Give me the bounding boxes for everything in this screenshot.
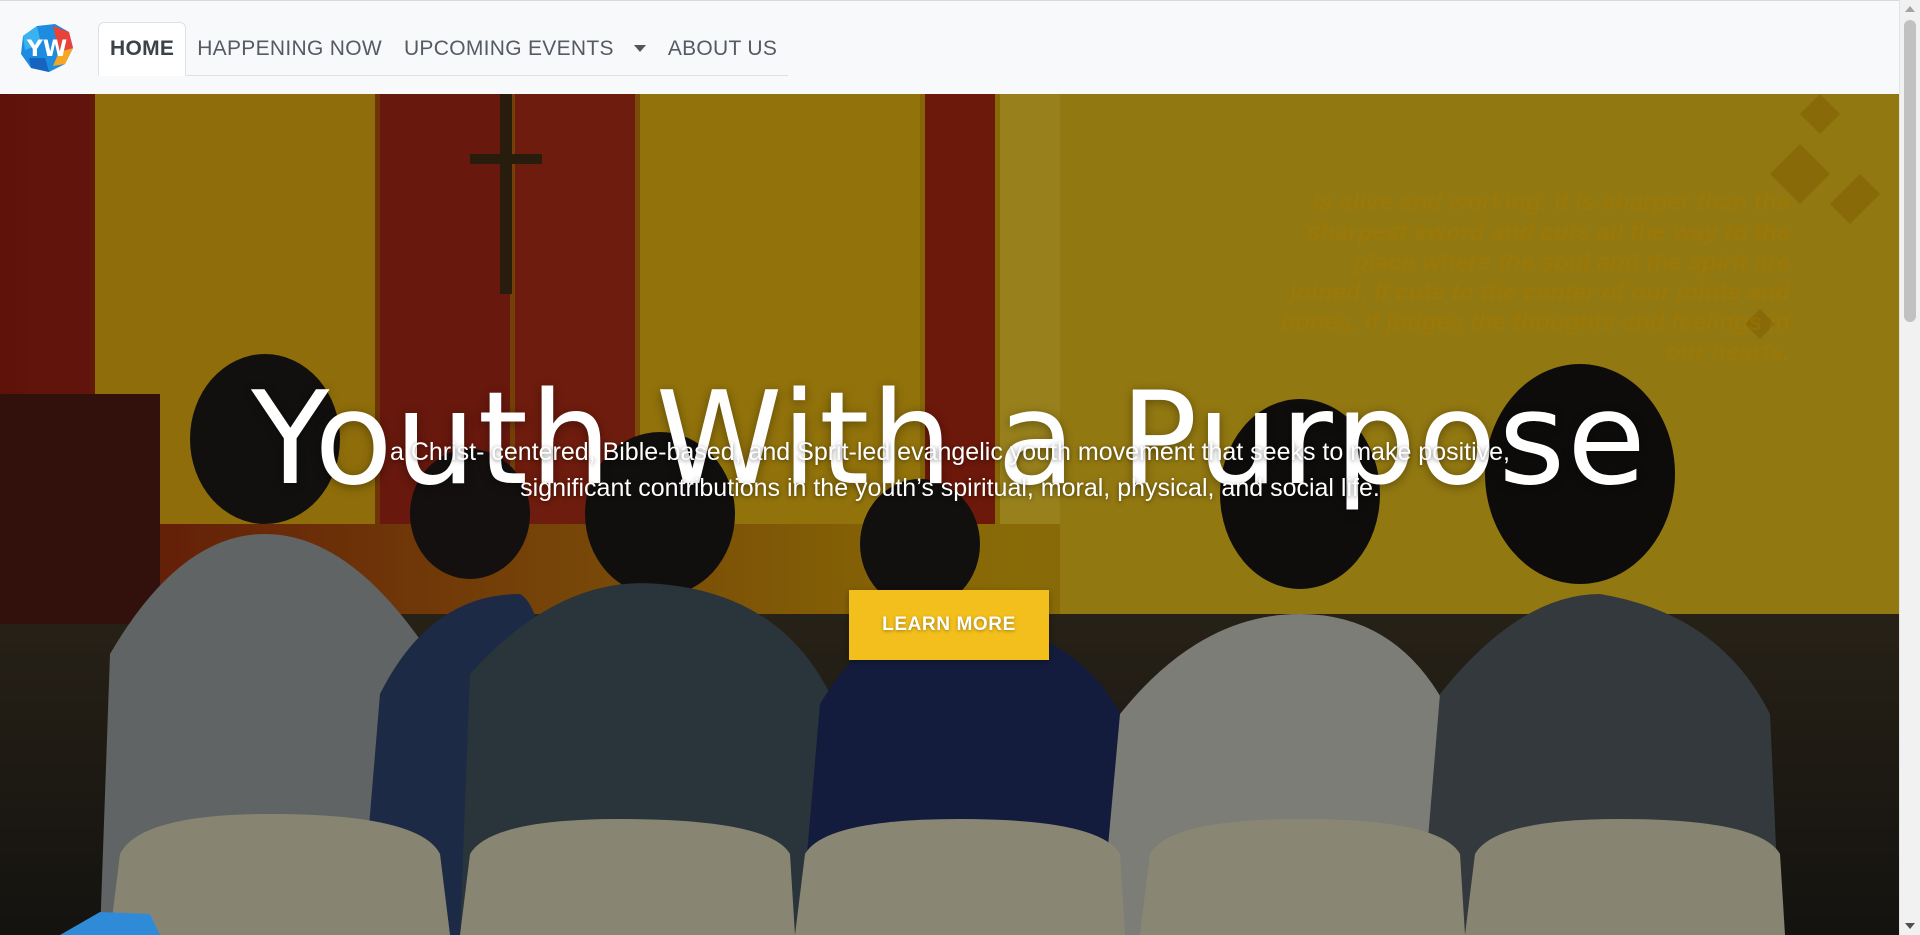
scroll-up-arrow-icon[interactable] — [1905, 6, 1915, 12]
page: YW HOME HAPPENING NOW UPCOMING EVENTS AB… — [0, 0, 1920, 935]
nav-happening-now[interactable]: HAPPENING NOW — [186, 22, 393, 75]
caret-down-icon[interactable] — [633, 45, 646, 52]
main-nav: HOME HAPPENING NOW UPCOMING EVENTS ABOUT… — [98, 22, 789, 76]
scroll-down-arrow-icon[interactable] — [1905, 923, 1915, 929]
page-scrollbar[interactable] — [1899, 0, 1920, 935]
hero-banner: is alive and working. It is sharper than… — [0, 94, 1899, 935]
nav-happening-now-label: HAPPENING NOW — [197, 36, 382, 60]
nav-about-us[interactable]: ABOUT US — [657, 22, 788, 75]
ywap-logo-icon[interactable]: YW — [19, 22, 75, 74]
hero-subtitle-line-1: a Christ- centered, Bible-based, and Spr… — [389, 438, 1511, 466]
background-verse-text: is alive and working. It is sharper than… — [1280, 189, 1790, 366]
navbar: YW HOME HAPPENING NOW UPCOMING EVENTS AB… — [0, 0, 1899, 94]
nav-home[interactable]: HOME — [98, 22, 187, 76]
nav-about-us-label: ABOUT US — [667, 36, 778, 60]
learn-more-button[interactable]: LEARN MORE — [849, 590, 1049, 660]
nav-upcoming-events-label: UPCOMING EVENTS — [403, 36, 614, 60]
hero-subtitle: a Christ- centered, Bible-based, and Spr… — [330, 434, 1570, 506]
hero-subtitle-line-2: significant contributions in the youth’s… — [520, 474, 1380, 502]
scrollbar-thumb[interactable] — [1904, 20, 1916, 322]
nav-home-label: HOME — [110, 37, 175, 60]
svg-text:YW: YW — [26, 37, 67, 62]
nav-upcoming-events[interactable]: UPCOMING EVENTS — [393, 22, 657, 75]
